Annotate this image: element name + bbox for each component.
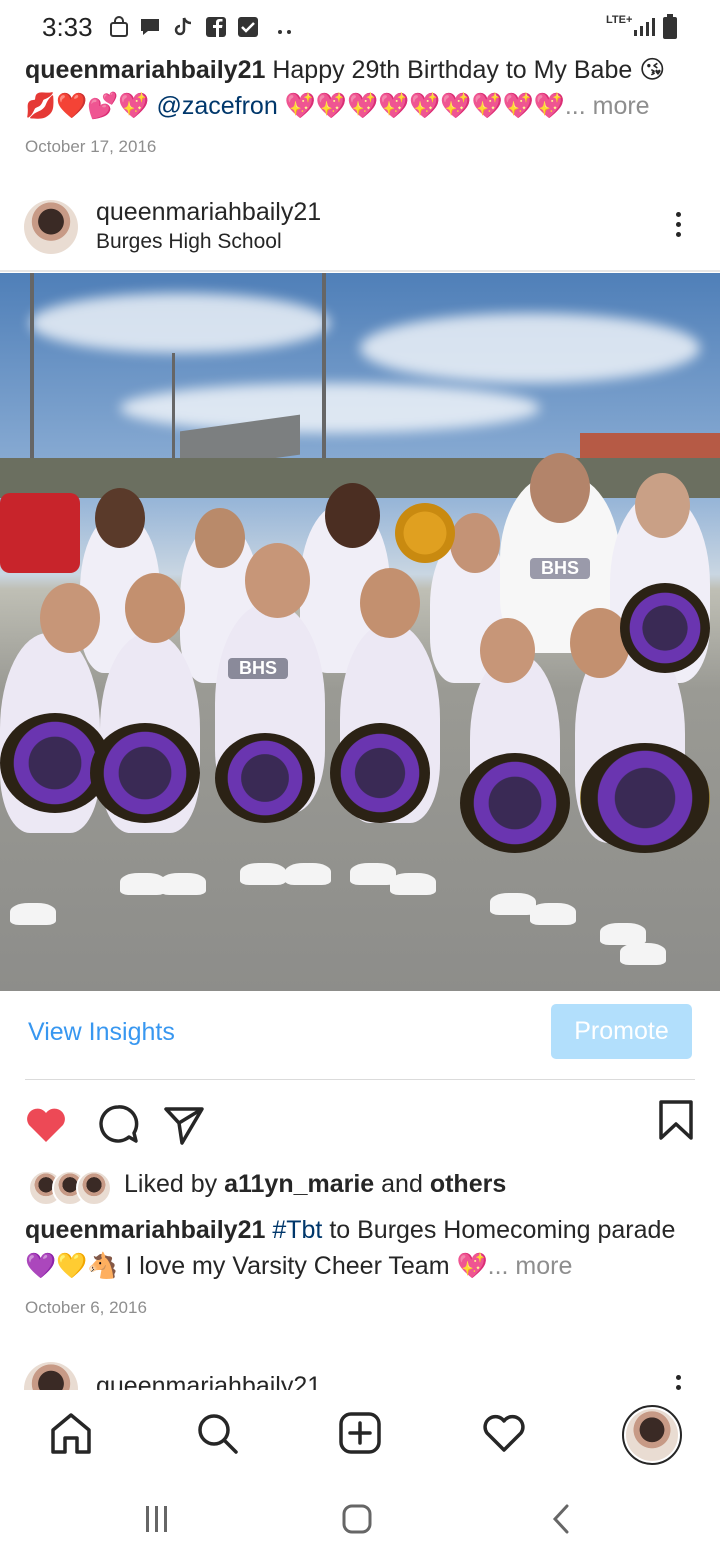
save-bookmark-icon[interactable] bbox=[654, 1098, 698, 1142]
tiktok-icon bbox=[174, 17, 192, 36]
status-time: 3:33 bbox=[42, 12, 93, 42]
avatar[interactable] bbox=[24, 1362, 78, 1390]
battery-icon bbox=[663, 14, 677, 39]
home-button-icon[interactable] bbox=[340, 1502, 374, 1536]
post-date: October 6, 2016 bbox=[25, 1298, 147, 1317]
liked-by-prefix: Liked by bbox=[124, 1170, 218, 1198]
home-icon[interactable] bbox=[48, 1410, 94, 1456]
options-icon[interactable] bbox=[668, 207, 688, 242]
divider bbox=[0, 270, 720, 272]
system-nav-bar bbox=[0, 1480, 720, 1560]
post-location[interactable]: Burges High School bbox=[96, 230, 282, 254]
recent-apps-icon[interactable] bbox=[140, 1502, 174, 1536]
divider bbox=[25, 1079, 695, 1080]
shirt-text: BHS bbox=[530, 558, 590, 579]
caption-emoji: 😘 bbox=[639, 56, 666, 84]
view-insights-link[interactable]: View Insights bbox=[28, 1018, 175, 1047]
post-caption: queenmariahbaily21 #Tbt to Burges Homeco… bbox=[25, 1212, 705, 1284]
liked-by-text[interactable]: Liked by a11yn_marie and others bbox=[124, 1170, 506, 1199]
previous-post-caption: queenmariahbaily21 Happy 29th Birthday t… bbox=[25, 52, 705, 124]
caption-emoji: 💋❤️💕💖 bbox=[25, 92, 150, 120]
caption-emoji: 💜💛🐴 bbox=[25, 1252, 119, 1280]
next-post-header: queenmariahbaily21 bbox=[0, 1360, 720, 1390]
liked-by-user[interactable]: a11yn_marie bbox=[224, 1170, 374, 1198]
comment-icon[interactable] bbox=[96, 1103, 140, 1147]
search-icon[interactable] bbox=[194, 1410, 240, 1456]
share-icon[interactable] bbox=[162, 1103, 206, 1147]
more-dots-icon bbox=[278, 30, 291, 34]
profile-tab[interactable] bbox=[622, 1405, 682, 1465]
facebook-icon bbox=[206, 17, 226, 37]
caption-text: I love my Varsity Cheer Team bbox=[125, 1252, 450, 1280]
post-username[interactable]: queenmariahbaily21 bbox=[96, 1372, 321, 1390]
more-link[interactable]: ... more bbox=[488, 1252, 573, 1280]
liked-by-others[interactable]: others bbox=[430, 1170, 506, 1198]
back-icon[interactable] bbox=[545, 1502, 579, 1536]
liked-by-and: and bbox=[381, 1170, 423, 1198]
caption-hashtag[interactable]: #Tbt bbox=[272, 1216, 322, 1244]
post-username[interactable]: queenmariahbaily21 bbox=[96, 198, 321, 227]
bag-icon bbox=[110, 16, 128, 37]
caption-emoji: 💖 bbox=[456, 1252, 488, 1280]
new-post-icon[interactable] bbox=[337, 1410, 383, 1456]
more-link[interactable]: ... more bbox=[565, 92, 650, 120]
post-photo[interactable]: BHS BHS bbox=[0, 273, 720, 991]
network-type: LTE+ bbox=[606, 14, 633, 26]
caption-text: to Burges Homecoming parade bbox=[329, 1216, 676, 1244]
caption-mention[interactable]: @zacefron bbox=[156, 92, 277, 120]
caption-username[interactable]: queenmariahbaily21 bbox=[25, 1216, 265, 1244]
post-date: October 17, 2016 bbox=[25, 137, 157, 156]
bottom-nav bbox=[0, 1390, 720, 1480]
check-icon bbox=[238, 17, 258, 37]
signal-icon bbox=[634, 18, 655, 36]
caption-username[interactable]: queenmariahbaily21 bbox=[25, 56, 265, 84]
avatar[interactable] bbox=[24, 200, 78, 254]
chat-icon bbox=[141, 19, 159, 35]
promote-button[interactable]: Promote bbox=[551, 1004, 692, 1059]
like-heart-icon[interactable] bbox=[24, 1102, 68, 1146]
activity-heart-icon[interactable] bbox=[481, 1410, 527, 1456]
status-bar: 3:33 LTE+ bbox=[0, 0, 720, 52]
caption-emoji: 💖💖💖💖💖💖💖💖💖 bbox=[284, 92, 565, 120]
liker-avatar[interactable] bbox=[76, 1170, 112, 1206]
shirt-text: BHS bbox=[228, 658, 288, 679]
options-icon[interactable] bbox=[668, 1370, 688, 1390]
profile-avatar bbox=[626, 1409, 678, 1461]
caption-text: Happy 29th Birthday to My Babe bbox=[272, 56, 633, 84]
